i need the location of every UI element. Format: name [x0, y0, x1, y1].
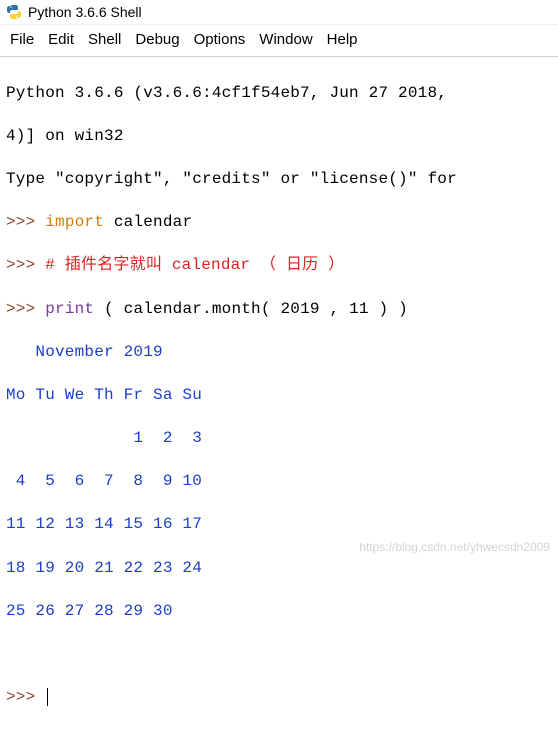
- menu-shell[interactable]: Shell: [88, 31, 121, 48]
- print-rest: ( calendar.month( 2019 , 11 ) ): [94, 300, 408, 318]
- input-line-2: >>> # 插件名字就叫 calendar （ 日历 ）: [6, 255, 552, 277]
- comment-text: # 插件名字就叫 calendar （ 日历 ）: [45, 256, 344, 274]
- output-line-4: 4 5 6 7 8 9 10: [6, 471, 552, 493]
- menu-window[interactable]: Window: [259, 31, 312, 48]
- input-line-1: >>> import calendar: [6, 212, 552, 234]
- output-line-3: 1 2 3: [6, 428, 552, 450]
- window-title: Python 3.6.6 Shell: [28, 4, 142, 20]
- import-rest: calendar: [104, 213, 192, 231]
- prompt: >>>: [6, 256, 45, 274]
- prompt: >>>: [6, 300, 45, 318]
- keyword-print: print: [45, 300, 94, 318]
- menu-file[interactable]: File: [10, 31, 34, 48]
- prompt: >>>: [6, 213, 45, 231]
- blank-line: [6, 644, 552, 666]
- console[interactable]: Python 3.6.6 (v3.6.6:4cf1f54eb7, Jun 27 …: [0, 57, 558, 734]
- input-line-3: >>> print ( calendar.month( 2019 , 11 ) …: [6, 299, 552, 321]
- menu-edit[interactable]: Edit: [48, 31, 74, 48]
- menu-options[interactable]: Options: [194, 31, 246, 48]
- prompt: >>>: [6, 688, 45, 706]
- banner-line-1: Python 3.6.6 (v3.6.6:4cf1f54eb7, Jun 27 …: [6, 83, 552, 105]
- banner-line-2: 4)] on win32: [6, 126, 552, 148]
- titlebar: Python 3.6.6 Shell: [0, 0, 558, 25]
- output-line-2: Mo Tu We Th Fr Sa Su: [6, 385, 552, 407]
- menu-help[interactable]: Help: [327, 31, 358, 48]
- python-icon: [6, 4, 22, 20]
- menubar: File Edit Shell Debug Options Window Hel…: [0, 25, 558, 57]
- keyword-import: import: [45, 213, 104, 231]
- output-line-5: 11 12 13 14 15 16 17: [6, 514, 552, 536]
- current-prompt-line[interactable]: >>>: [6, 687, 552, 709]
- menu-debug[interactable]: Debug: [135, 31, 179, 48]
- output-line-1: November 2019: [6, 342, 552, 364]
- output-line-6: 18 19 20 21 22 23 24: [6, 558, 552, 580]
- output-line-7: 25 26 27 28 29 30: [6, 601, 552, 623]
- watermark: https://blog.csdn.net/yhwecsdn2009: [359, 540, 550, 554]
- banner-line-3: Type "copyright", "credits" or "license(…: [6, 169, 552, 191]
- cursor-icon: [47, 688, 48, 706]
